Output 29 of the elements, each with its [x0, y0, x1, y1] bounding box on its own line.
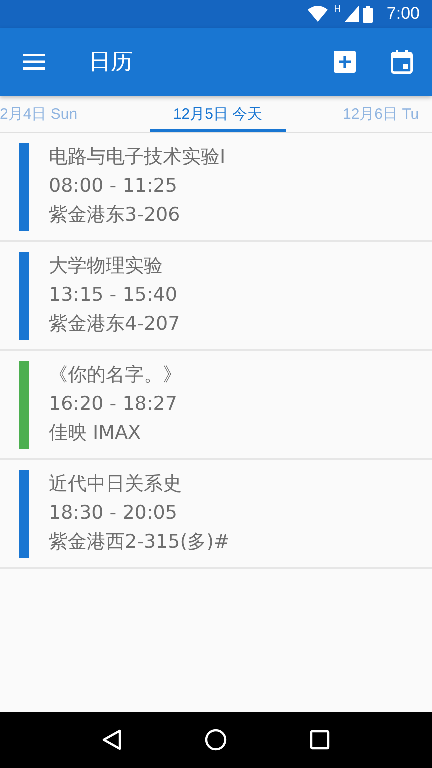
event-item[interactable]: 电路与电子技术实验I 08:00 - 11:25 紫金港东3-206: [0, 133, 432, 242]
recents-icon[interactable]: [310, 730, 330, 750]
event-title: 大学物理实验: [49, 254, 164, 279]
menu-icon[interactable]: [23, 54, 45, 70]
event-item[interactable]: 大学物理实验 13:15 - 15:40 紫金港东4-207: [0, 242, 432, 351]
back-icon[interactable]: [102, 729, 122, 751]
event-time: 13:15 - 15:40: [49, 283, 178, 308]
date-tab[interactable]: 12月5日 今天: [150, 96, 286, 132]
event-location: 紫金港东4-207: [49, 312, 180, 337]
event-time: 18:30 - 20:05: [49, 501, 178, 526]
event-title: 《你的名字。》: [49, 363, 182, 388]
event-time: 08:00 - 11:25: [49, 174, 178, 199]
app-title: 日历: [89, 49, 133, 77]
event-item[interactable]: 近代中日关系史 18:30 - 20:05 紫金港西2-315(多)#: [0, 460, 432, 569]
event-location: 紫金港东3-206: [49, 203, 182, 228]
home-icon[interactable]: [204, 729, 227, 751]
network-type: H: [334, 5, 341, 15]
add-icon[interactable]: [334, 51, 356, 73]
event-title: 近代中日关系史: [49, 472, 183, 497]
wifi-icon: [308, 6, 328, 22]
event-title: 电路与电子技术实验I: [49, 145, 226, 170]
battery-icon: [362, 6, 373, 22]
calendar-icon[interactable]: [391, 50, 413, 74]
clock: 7:00: [386, 4, 420, 24]
event-location: 佳映 IMAX: [49, 421, 142, 446]
signal-icon: [344, 6, 359, 22]
event-location: 紫金港西2-315(多)#: [49, 530, 230, 555]
event-time: 16:20 - 18:27: [49, 392, 178, 417]
event-item[interactable]: 《你的名字。》 16:20 - 18:27 佳映 IMAX: [0, 351, 432, 460]
